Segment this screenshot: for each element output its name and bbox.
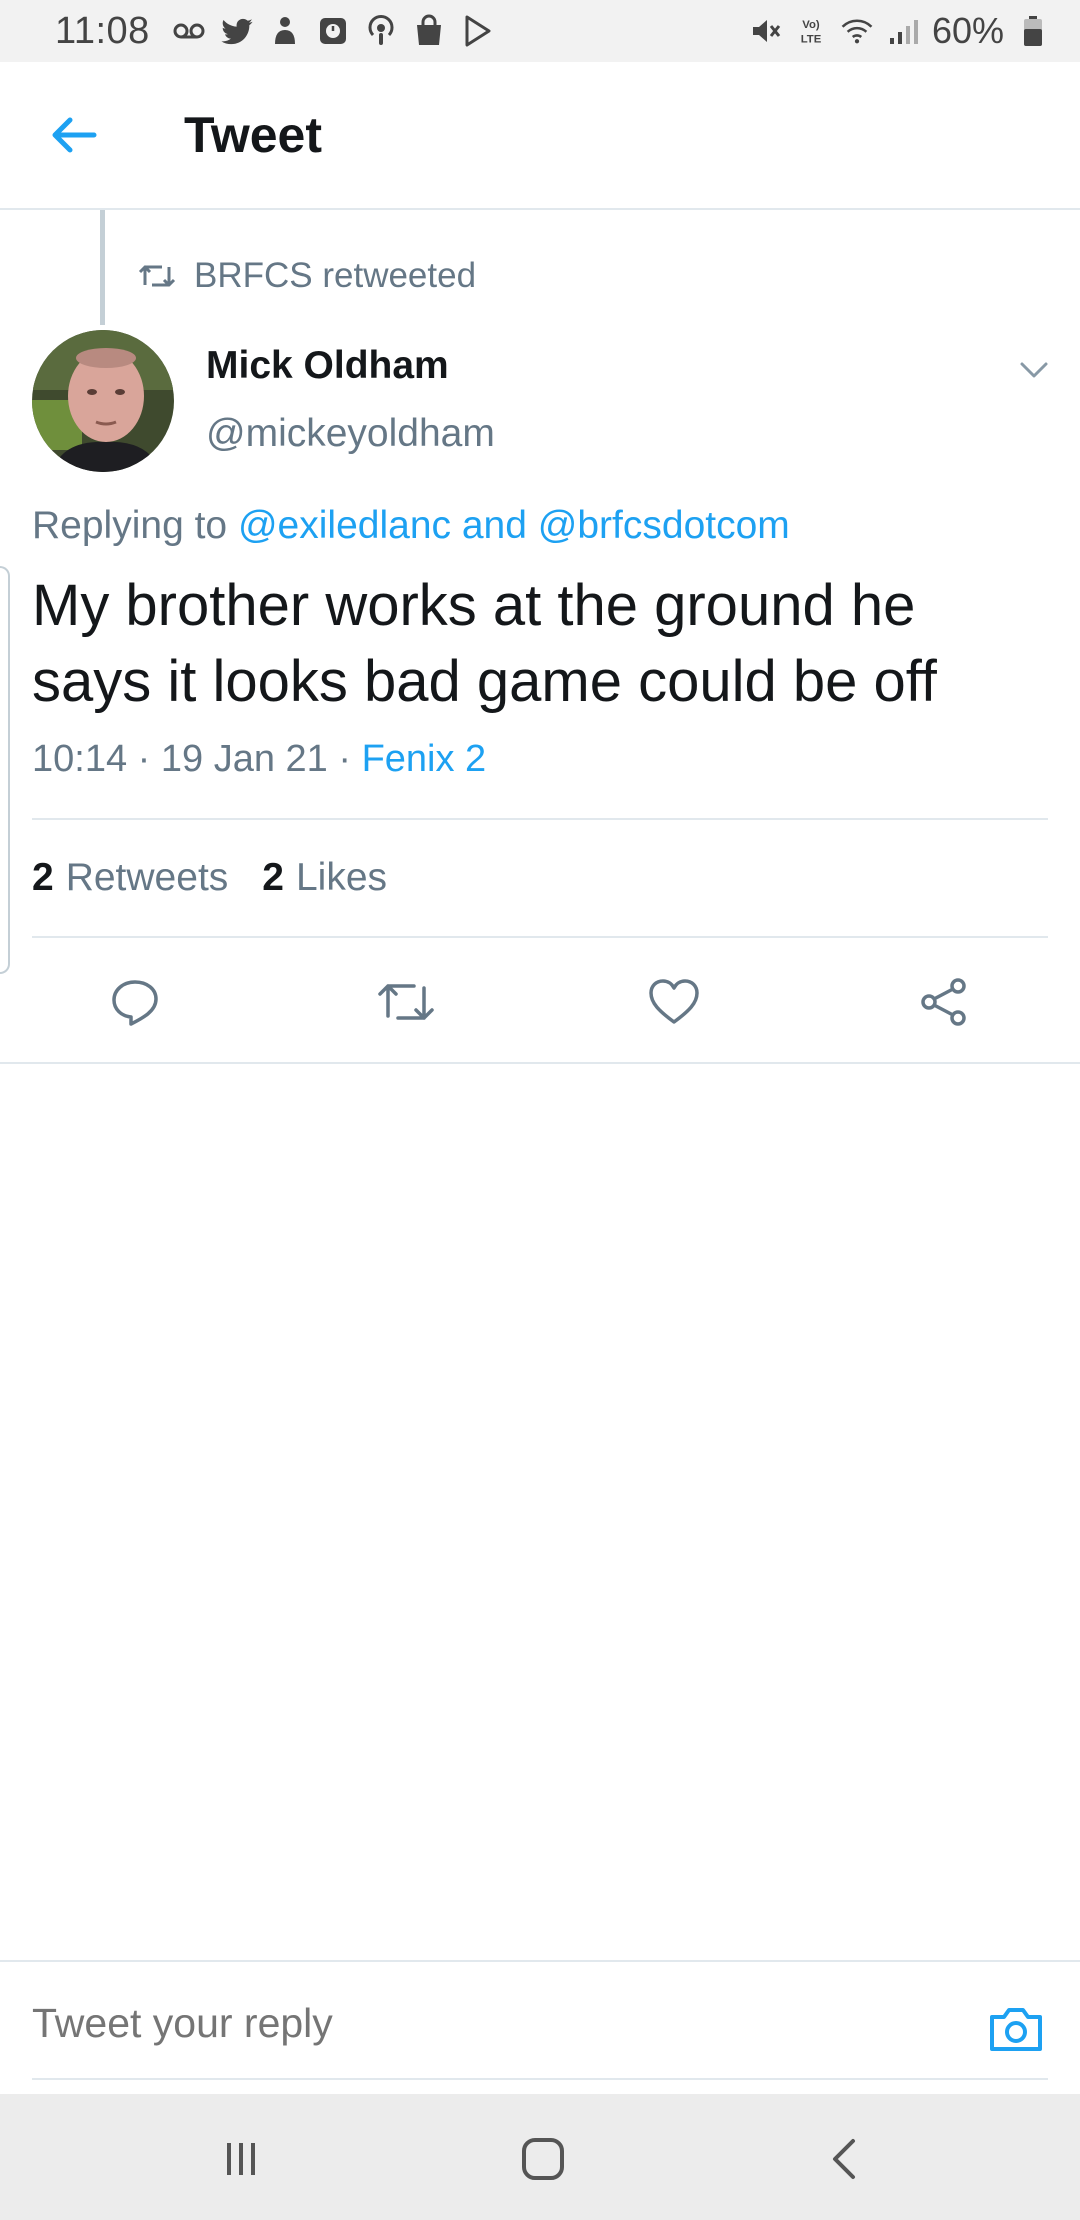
retweet-button[interactable] <box>366 962 446 1042</box>
chevron-down-icon <box>1020 362 1048 378</box>
reply-and[interactable]: and <box>462 504 527 547</box>
camera-button[interactable] <box>985 1998 1047 2060</box>
retweets-label: Retweets <box>65 856 229 899</box>
reply-handle-link[interactable]: @brfcsdotcom <box>538 504 790 547</box>
camera-icon <box>990 2008 1042 2051</box>
divider <box>32 818 1048 820</box>
home-button[interactable] <box>498 2114 588 2204</box>
like-button[interactable] <box>634 962 714 1042</box>
author-handle[interactable]: @mickeyoldham <box>206 412 495 456</box>
signal-icon <box>886 14 920 48</box>
reply-handle-link[interactable]: @exiledlanc <box>238 504 451 547</box>
tweet-time: 10:14 <box>32 738 128 780</box>
status-bar: 11:08 Vo) LTE 60% <box>0 0 1080 62</box>
clock-app-icon <box>316 14 350 48</box>
back-icon <box>833 2139 855 2179</box>
avatar-photo <box>32 330 174 472</box>
heart-icon <box>649 979 699 1024</box>
author-name[interactable]: Mick Oldham <box>206 344 449 388</box>
navigation-bar <box>0 2094 1080 2220</box>
voicemail-icon <box>172 14 206 48</box>
likes-label: Likes <box>295 856 388 899</box>
wifi-icon <box>840 14 874 48</box>
replying-prefix: Replying to <box>32 504 228 547</box>
share-icon <box>921 978 966 1026</box>
divider <box>32 936 1048 938</box>
tweet-source[interactable]: Fenix 2 <box>362 738 487 780</box>
recent-apps-icon <box>227 2143 255 2175</box>
twitter-icon <box>220 14 254 48</box>
status-time: 11:08 <box>55 9 150 52</box>
divider <box>32 2078 1048 2080</box>
tweet-text: My brother works at the ground he says i… <box>32 573 937 714</box>
like-count: 2 <box>262 856 284 899</box>
tweet-date: 19 Jan 21 <box>160 738 328 780</box>
tweet-actions <box>0 962 1080 1042</box>
podcast-icon <box>364 14 398 48</box>
play-store-icon <box>460 14 494 48</box>
battery-icon <box>1016 14 1050 48</box>
home-icon <box>522 2138 564 2180</box>
mute-icon <box>748 14 782 48</box>
retweet-count: 2 <box>32 856 54 899</box>
battery-percent: 60% <box>931 10 1004 51</box>
share-button[interactable] <box>904 962 984 1042</box>
notification-icons <box>172 14 494 48</box>
reply-icon <box>112 980 158 1026</box>
divider <box>0 1062 1080 1064</box>
divider <box>0 566 10 974</box>
meta-separator: · <box>137 738 151 780</box>
meta-separator: · <box>338 738 352 780</box>
system-icons: Vo) LTE 60% <box>748 10 1050 52</box>
game-icon <box>268 14 302 48</box>
likes-stat[interactable]: 2 Likes <box>262 856 387 900</box>
retweets-stat[interactable]: 2 Retweets <box>32 856 228 900</box>
recent-apps-button[interactable] <box>196 2114 286 2204</box>
arrow-left-icon <box>52 117 97 153</box>
nav-back-button[interactable] <box>800 2114 890 2204</box>
app-bar: Tweet <box>0 62 1080 210</box>
retweet-context[interactable]: BRFCS retweeted <box>138 252 476 300</box>
svg-text:LTE: LTE <box>801 33 822 45</box>
tweet-stats: 2 Retweets 2 Likes <box>32 856 387 900</box>
tweet-meta: 10:14 · 19 Jan 21 · Fenix 2 <box>32 738 486 781</box>
thread-line <box>100 210 105 325</box>
back-arrow-button[interactable] <box>34 95 114 175</box>
page-title: Tweet <box>184 107 322 163</box>
shopping-bag-icon <box>412 14 446 48</box>
divider <box>0 1960 1080 1962</box>
svg-text:Vo): Vo) <box>802 19 820 31</box>
retweet-icon <box>378 984 434 1020</box>
replying-to: Replying to @exiledlanc and @brfcsdotcom <box>32 504 790 548</box>
volte-icon: Vo) LTE <box>794 14 828 48</box>
reply-input[interactable] <box>32 2000 932 2047</box>
avatar[interactable] <box>32 330 174 472</box>
retweeted-by-label: BRFCS retweeted <box>194 256 477 295</box>
retweet-small-icon <box>138 265 176 287</box>
reply-button[interactable] <box>95 962 175 1042</box>
tweet-options-button[interactable] <box>1014 350 1054 390</box>
